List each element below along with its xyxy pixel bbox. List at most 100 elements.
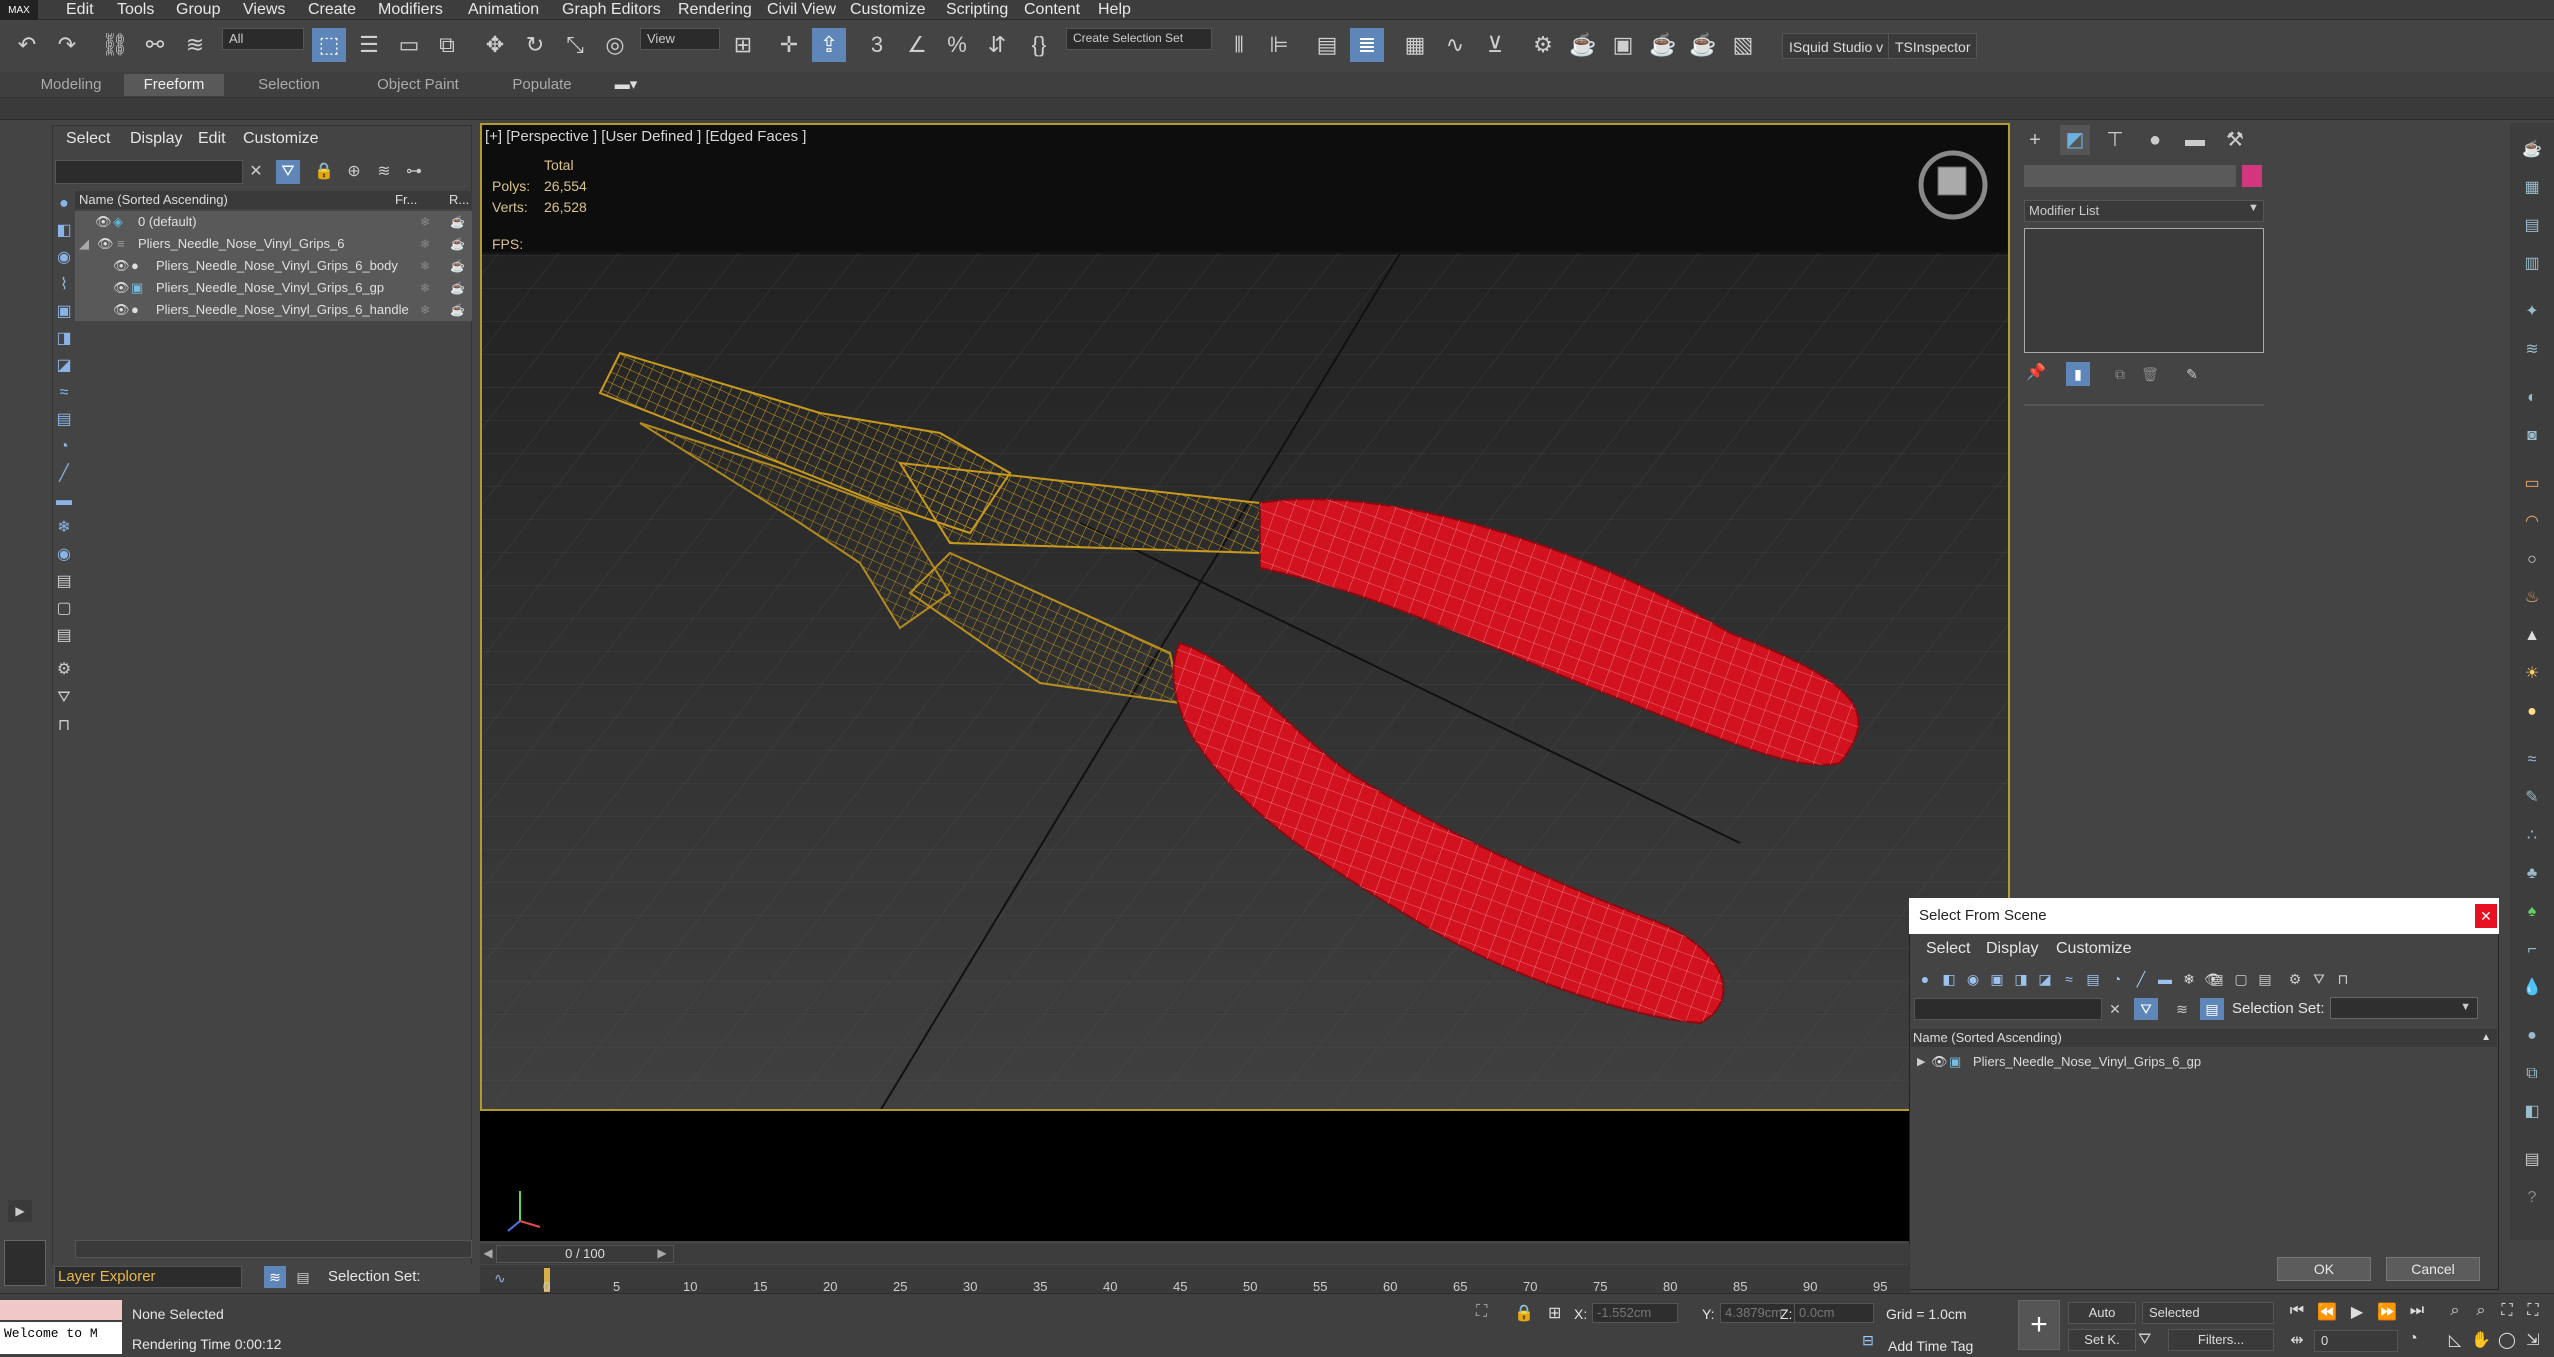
display-helpers-icon[interactable]: ≈ xyxy=(2058,968,2080,990)
rendered-frame-icon[interactable]: ▣ xyxy=(1606,28,1640,62)
time-slider-track[interactable] xyxy=(480,1244,1910,1264)
plant-icon[interactable]: ♠ xyxy=(2520,900,2544,924)
cone-icon[interactable]: ▲ xyxy=(2520,624,2544,648)
align-icon[interactable]: ⊫ xyxy=(1262,28,1296,62)
curve-editor-icon[interactable]: ∿ xyxy=(1438,28,1472,62)
display-lights-icon[interactable]: ◨ xyxy=(2010,968,2032,990)
configure-sets-icon[interactable]: ✎ xyxy=(2180,362,2204,386)
select-tool-icon[interactable]: ⚙ xyxy=(2284,968,2306,990)
select-manipulate-icon[interactable]: ✛ xyxy=(772,28,806,62)
time-prev-icon[interactable]: ◀ xyxy=(480,1246,496,1262)
display-spacewarps-icon[interactable]: ≈ xyxy=(52,381,76,405)
fov-icon[interactable]: ◺ xyxy=(2444,1330,2466,1350)
hierarchy-tab-icon[interactable]: ⊤ xyxy=(2100,125,2130,155)
make-unique-icon[interactable]: ⧉ xyxy=(2108,362,2132,386)
maxscript-listener-top[interactable] xyxy=(0,1300,122,1320)
percent-snap-icon[interactable]: % xyxy=(940,28,974,62)
key-mode-icon[interactable]: ⛛ xyxy=(2138,1331,2151,1349)
keyboard-shortcut-override-icon[interactable]: ⇪ xyxy=(812,28,846,62)
bind-space-warp-icon[interactable]: ≋ xyxy=(178,28,212,62)
close-icon[interactable]: ✕ xyxy=(2475,904,2497,928)
plugin-tsinspector-button[interactable]: TSInspector xyxy=(1888,33,1978,59)
maxscript-listener[interactable]: Welcome to M xyxy=(0,1322,122,1354)
menu-views[interactable]: Views xyxy=(243,0,285,20)
particles-icon[interactable]: ∴ xyxy=(2520,824,2544,848)
select-tool-icon[interactable]: ⚙ xyxy=(52,658,76,682)
key-filter-dropdown[interactable]: Selected xyxy=(2142,1302,2274,1324)
display-containers-icon[interactable]: ▬ xyxy=(2154,968,2176,990)
eye-icon[interactable]: 👁 xyxy=(1931,1051,1948,1073)
render-icon[interactable]: ☕ xyxy=(450,299,465,321)
lock-selection-icon[interactable]: 🔒 xyxy=(1514,1303,1534,1323)
filter-icon[interactable]: ⛛ xyxy=(2134,998,2158,1020)
select-set-icon[interactable]: ▤ xyxy=(292,1266,314,1288)
collapse-arrow-icon[interactable]: ◢ xyxy=(79,233,89,255)
ribbon-options-icon[interactable]: ▬▾ xyxy=(606,74,646,96)
render-cloud-icon[interactable]: ▧ xyxy=(1726,28,1760,62)
hierarchy-icon[interactable]: ⊶ xyxy=(402,160,426,184)
time-tag-icon[interactable]: ⊟ xyxy=(1858,1332,1878,1352)
list-item[interactable]: 👁 ● Pliers_Needle_Nose_Vinyl_Grips_6_bod… xyxy=(75,255,472,277)
dialog-search-input[interactable] xyxy=(1914,998,2102,1020)
expand-arrow-icon[interactable]: ▶ xyxy=(1917,1051,1925,1073)
display-hidden-icon[interactable]: ◉ xyxy=(52,543,76,567)
dialog-menu-select[interactable]: Select xyxy=(1926,940,1970,958)
display-all-icon[interactable]: ◧ xyxy=(1938,968,1960,990)
help-icon[interactable]: ? xyxy=(2520,1186,2544,1210)
display-geometry-icon[interactable]: ◉ xyxy=(52,246,76,270)
tab-selection[interactable]: Selection xyxy=(246,74,332,96)
eye-icon[interactable]: 👁 xyxy=(113,277,130,299)
display-groups-icon[interactable]: ◔ xyxy=(2106,968,2128,990)
display-bones-icon[interactable]: ╱ xyxy=(52,462,76,486)
menu-modifiers[interactable]: Modifiers xyxy=(378,0,443,20)
eye-icon[interactable]: 👁 xyxy=(113,299,130,321)
z-coord-field[interactable]: 0.0cm xyxy=(1794,1303,1874,1323)
go-to-start-icon[interactable]: ⏮ xyxy=(2286,1302,2308,1320)
list-item[interactable]: 👁 ◈ 0 (default) ❄ ☕ xyxy=(75,211,472,233)
display-containers-icon[interactable]: ▬ xyxy=(52,489,76,513)
display-influences-icon[interactable]: ▢ xyxy=(2230,968,2252,990)
box-icon[interactable]: ▭ xyxy=(2520,472,2544,496)
eye-icon[interactable]: 👁 xyxy=(97,233,114,255)
explorer-menu-display[interactable]: Display xyxy=(130,130,182,148)
container-icon[interactable]: ⊓ xyxy=(2332,968,2354,990)
ok-button[interactable]: OK xyxy=(2277,1257,2371,1281)
layers-icon[interactable]: ≋ xyxy=(372,160,396,184)
pan-icon[interactable]: ✋ xyxy=(2470,1330,2492,1350)
expand-arrow-icon[interactable]: ▶ xyxy=(8,1200,32,1222)
rotate-icon[interactable]: ↻ xyxy=(518,28,552,62)
brush-icon[interactable]: ✎ xyxy=(2520,786,2544,810)
render-production-icon[interactable]: ☕ xyxy=(1646,28,1680,62)
absolute-mode-icon[interactable]: ⊞ xyxy=(1548,1303,1561,1323)
display-cameras-icon[interactable]: ◪ xyxy=(2034,968,2056,990)
camera-icon[interactable]: ◙ xyxy=(2520,424,2544,448)
object-name-field[interactable] xyxy=(2024,165,2236,187)
list-item[interactable]: 👁 ● Pliers_Needle_Nose_Vinyl_Grips_6_han… xyxy=(75,299,472,321)
display-frozen-icon[interactable]: ❄ xyxy=(2178,968,2200,990)
display-shapes-icon[interactable]: ▣ xyxy=(1986,968,2008,990)
motion-tab-icon[interactable]: ● xyxy=(2140,125,2170,155)
link-icon[interactable]: ⛓ xyxy=(98,28,132,62)
angle-snap-icon[interactable]: ∠ xyxy=(900,28,934,62)
display-lights-icon[interactable]: ▣ xyxy=(52,300,76,324)
menu-create[interactable]: Create xyxy=(308,0,356,20)
render-iterative-icon[interactable]: ☕ xyxy=(1686,28,1720,62)
bulb-icon[interactable]: ● xyxy=(2520,700,2544,724)
menu-help[interactable]: Help xyxy=(1098,0,1131,20)
scale-icon[interactable]: ⤡ xyxy=(558,28,592,62)
display-tab-icon[interactable]: ▬ xyxy=(2180,125,2210,155)
eye-icon[interactable]: 👁 xyxy=(113,255,130,277)
menu-civil-view[interactable]: Civil View xyxy=(767,0,836,20)
selection-set-icon[interactable]: ▤ xyxy=(2200,998,2224,1020)
display-shapes-icon[interactable]: ⌇ xyxy=(52,273,76,297)
display-spacewarps-icon[interactable]: ▤ xyxy=(2082,968,2104,990)
window-crossing-icon[interactable]: ⧉ xyxy=(430,28,464,62)
clear-search-icon[interactable]: ✕ xyxy=(2104,998,2126,1020)
undo-icon[interactable]: ↶ xyxy=(10,28,44,62)
x-coord-field[interactable]: -1.552cm xyxy=(1592,1303,1678,1323)
scene-explorer-toggle-icon[interactable]: ▤ xyxy=(1310,28,1344,62)
light-icon[interactable]: ✦ xyxy=(2520,300,2544,324)
tab-freeform[interactable]: Freeform xyxy=(124,74,224,96)
ball-icon[interactable]: ● xyxy=(2520,1024,2544,1048)
create-tab-icon[interactable]: + xyxy=(2020,125,2050,155)
